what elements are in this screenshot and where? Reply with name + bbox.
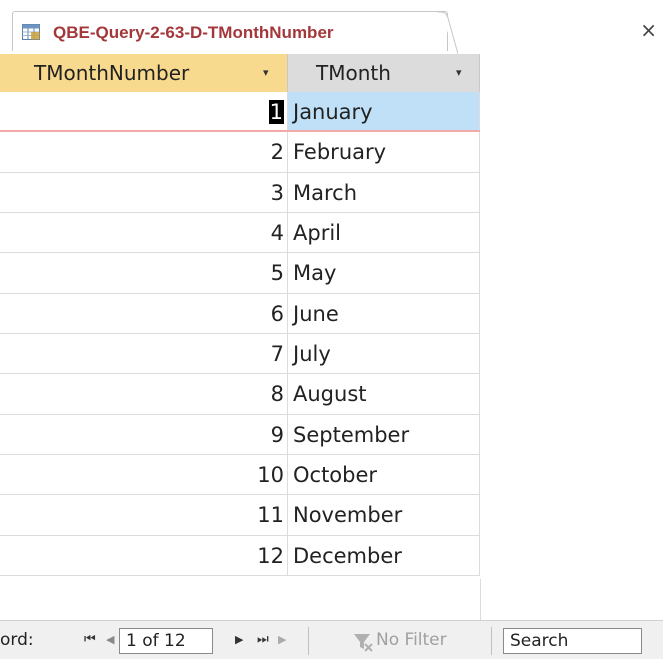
cell-tmonthnumber[interactable]: 5 bbox=[0, 253, 288, 293]
record-navigator: ord: ⏮ ◀ 1 of 12 ▶ ⏭ ▶ No Filter Search bbox=[0, 620, 663, 659]
current-record-input[interactable]: 1 of 12 bbox=[119, 628, 213, 654]
cell-tmonthnumber[interactable]: 6 bbox=[0, 293, 288, 333]
cell-tmonthnumber[interactable]: 11 bbox=[0, 495, 288, 535]
new-record-icon[interactable]: ▶ bbox=[278, 621, 286, 659]
cell-tmonthnumber[interactable]: 4 bbox=[0, 212, 288, 253]
dropdown-arrow-icon[interactable]: ▾ bbox=[263, 54, 269, 92]
first-record-icon[interactable]: ⏮ bbox=[84, 621, 96, 659]
table-row[interactable]: 1 January bbox=[0, 92, 480, 133]
cell-tmonth[interactable]: November bbox=[288, 495, 480, 535]
tab-edge bbox=[438, 12, 458, 54]
table-row[interactable]: 12 December bbox=[0, 535, 480, 576]
cell-tmonthnumber[interactable]: 8 bbox=[0, 374, 288, 414]
document-tab-bar: QBE-Query-2-63-D-TMonthNumber × bbox=[0, 0, 663, 54]
column-header-label: TMonthNumber bbox=[34, 61, 190, 85]
divider bbox=[491, 627, 492, 655]
cell-tmonth[interactable]: June bbox=[288, 293, 480, 333]
document-tab[interactable]: QBE-Query-2-63-D-TMonthNumber bbox=[12, 11, 448, 51]
table-row[interactable]: 5 May bbox=[0, 253, 480, 294]
dropdown-arrow-icon[interactable]: ▾ bbox=[456, 54, 462, 92]
datasheet-grid: TMonthNumber ▾ TMonth ▾ 1 January 2 Febr… bbox=[0, 54, 663, 620]
cell-tmonthnumber[interactable]: 7 bbox=[0, 333, 288, 374]
column-header-label: TMonth bbox=[316, 61, 391, 85]
cell-tmonth[interactable]: February bbox=[288, 132, 480, 172]
cell-tmonth[interactable]: October bbox=[288, 454, 480, 495]
cell-tmonth[interactable]: September bbox=[288, 414, 480, 454]
query-icon bbox=[22, 24, 40, 40]
record-label: ord: bbox=[0, 630, 34, 650]
table-row[interactable]: 8 August bbox=[0, 374, 480, 415]
cell-tmonthnumber[interactable]: 3 bbox=[0, 172, 288, 212]
cell-tmonthnumber[interactable]: 10 bbox=[0, 454, 288, 495]
cell-tmonth[interactable]: August bbox=[288, 374, 480, 414]
close-icon[interactable]: × bbox=[640, 20, 657, 40]
previous-record-icon[interactable]: ◀ bbox=[106, 621, 114, 659]
table-row[interactable]: 4 April bbox=[0, 212, 480, 254]
last-record-icon[interactable]: ⏭ bbox=[257, 621, 269, 659]
header-empty-area bbox=[480, 54, 663, 92]
table-row[interactable]: 6 June bbox=[0, 293, 480, 334]
column-header-tmonth[interactable]: TMonth ▾ bbox=[288, 54, 480, 92]
no-filter-icon[interactable] bbox=[352, 631, 374, 653]
cell-tmonthnumber[interactable]: 1 bbox=[0, 92, 288, 131]
cell-tmonth[interactable]: March bbox=[288, 172, 480, 212]
cell-tmonth[interactable]: December bbox=[288, 535, 480, 575]
cell-tmonth[interactable]: May bbox=[288, 253, 480, 293]
table-row[interactable]: 11 November bbox=[0, 495, 480, 536]
cell-tmonth[interactable]: July bbox=[288, 333, 480, 374]
divider bbox=[308, 627, 309, 655]
table-row[interactable]: 9 September bbox=[0, 414, 480, 455]
search-input[interactable]: Search bbox=[503, 628, 642, 654]
tab-title: QBE-Query-2-63-D-TMonthNumber bbox=[53, 23, 334, 42]
cell-tmonthnumber[interactable]: 12 bbox=[0, 535, 288, 575]
column-header-tmonthnumber[interactable]: TMonthNumber ▾ bbox=[0, 54, 288, 92]
table-row[interactable]: 7 July bbox=[0, 333, 480, 375]
cell-value: 1 bbox=[268, 100, 284, 124]
table-row[interactable]: 2 February bbox=[0, 132, 480, 173]
cell-tmonthnumber[interactable]: 9 bbox=[0, 414, 288, 454]
cell-tmonth[interactable]: January bbox=[288, 92, 480, 131]
table-row[interactable]: 3 March bbox=[0, 172, 480, 213]
next-record-icon[interactable]: ▶ bbox=[235, 621, 243, 659]
cell-tmonth[interactable]: April bbox=[288, 212, 480, 253]
cell-tmonthnumber[interactable]: 2 bbox=[0, 132, 288, 172]
new-record-area bbox=[288, 579, 481, 620]
no-filter-button[interactable]: No Filter bbox=[376, 621, 447, 659]
table-row[interactable]: 10 October bbox=[0, 454, 480, 496]
datasheet-rows: 1 January 2 February 3 March 4 April 5 M… bbox=[0, 92, 480, 576]
